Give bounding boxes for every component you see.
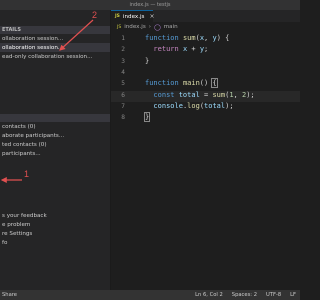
code-token: const <box>145 90 179 99</box>
editor-tab-bar: JS index.js × <box>111 10 300 22</box>
line-number: 8 <box>121 114 125 122</box>
breadcrumb-file[interactable]: index.js <box>124 24 146 30</box>
code-line[interactable]: 6 const total = sum(1, 2); <box>111 90 300 102</box>
code-token: return <box>145 45 183 54</box>
javascript-file-icon: JS <box>115 14 120 19</box>
suggested-contacts-item[interactable]: ted contacts (0) <box>0 140 110 149</box>
code-token: function <box>145 34 183 42</box>
status-bar: Share Ln 6, Col 2 Spaces: 2 UTF-8 LF <box>0 290 300 300</box>
line-number: 7 <box>121 102 125 110</box>
share-status-item[interactable]: Share <box>2 292 17 298</box>
code-token: total <box>178 90 200 99</box>
tab-index-js[interactable]: JS index.js × <box>111 10 155 22</box>
code-text: console.log(total); <box>145 101 234 110</box>
collaboration-session-item[interactable]: ollaboration session... <box>0 43 110 52</box>
line-number: 1 <box>121 35 125 42</box>
close-icon[interactable]: × <box>149 13 154 20</box>
line-number: 3 <box>121 57 125 65</box>
settings-item[interactable]: re Settings <box>0 229 110 238</box>
code-token: } <box>145 56 150 65</box>
section-header-contacts[interactable] <box>0 114 110 122</box>
text-cursor <box>149 113 151 122</box>
code-token: ); <box>246 90 255 99</box>
code-text: return x + y; <box>145 45 208 53</box>
code-text: } <box>145 57 149 65</box>
code-line[interactable]: 8} <box>111 112 300 124</box>
line-number: 2 <box>121 46 125 54</box>
title-bar: index.js — testjs <box>0 0 300 10</box>
info-item[interactable]: fo <box>0 238 110 247</box>
participants-item[interactable]: participants... <box>0 149 110 158</box>
code-token: , <box>233 90 242 99</box>
code-token: + <box>187 45 200 54</box>
cursor-position[interactable]: Ln 6, Col 2 <box>195 292 223 298</box>
breadcrumb: JS index.js › ◯ main <box>111 22 300 32</box>
contacts-item[interactable]: contacts (0) <box>0 122 110 131</box>
code-line[interactable]: 2 return x + y; <box>111 45 300 56</box>
code-line[interactable]: 1 function sum(x, y) { <box>111 34 300 45</box>
code-token: ) { <box>216 34 230 42</box>
breadcrumb-symbol[interactable]: main <box>164 24 178 30</box>
code-line[interactable]: 5 function main() { <box>111 78 300 90</box>
eol-setting[interactable]: LF <box>290 292 296 298</box>
code-token: = <box>199 90 213 99</box>
code-text: } <box>143 112 151 123</box>
code-token: main <box>182 79 200 88</box>
code-editor[interactable]: 1 function sum(x, y) {2 return x + y; 3} 4 5… <box>111 32 300 290</box>
encoding-setting[interactable]: UTF-8 <box>266 292 281 298</box>
code-token: console <box>145 101 183 110</box>
code-token: () <box>199 79 213 88</box>
code-token: log <box>187 101 200 110</box>
code-line[interactable]: 4 <box>111 68 300 79</box>
code-token: total <box>204 101 226 110</box>
function-symbol-icon: ◯ <box>154 23 161 31</box>
code-token: ); <box>225 101 234 110</box>
code-line[interactable]: 3} <box>111 57 300 68</box>
collaborate-participants-item[interactable]: aborate participants... <box>0 131 110 140</box>
feedback-item[interactable]: s your feedback <box>0 211 110 220</box>
code-token: { <box>211 78 218 89</box>
code-token: ; <box>204 45 209 54</box>
report-problem-item[interactable]: e problem <box>0 220 110 229</box>
read-only-collaboration-session-item[interactable]: ead-only collaboration session... <box>0 52 110 61</box>
code-token: sum <box>212 90 226 99</box>
line-number: 4 <box>121 68 125 76</box>
window-title: index.js — testjs <box>129 2 171 8</box>
code-text: function main() { <box>145 78 218 89</box>
section-header-details[interactable]: ETAILS <box>0 26 110 34</box>
breadcrumb-separator: › <box>148 24 151 30</box>
code-text: function sum(x, y) { <box>145 34 229 42</box>
line-number: 6 <box>121 91 125 99</box>
code-text: const total = sum(1, 2); <box>145 90 255 99</box>
line-number: 5 <box>121 80 125 88</box>
indentation-setting[interactable]: Spaces: 2 <box>232 292 257 298</box>
javascript-file-icon: JS <box>117 24 122 30</box>
tab-label: index.js <box>122 13 145 20</box>
sidebar: ETAILS ollaboration session... ollaborat… <box>0 10 111 290</box>
code-line[interactable]: 7 console.log(total); <box>111 102 300 113</box>
code-token: function <box>145 79 183 88</box>
start-collaboration-session-item[interactable]: ollaboration session... <box>0 34 110 43</box>
code-token: sum <box>182 34 196 42</box>
